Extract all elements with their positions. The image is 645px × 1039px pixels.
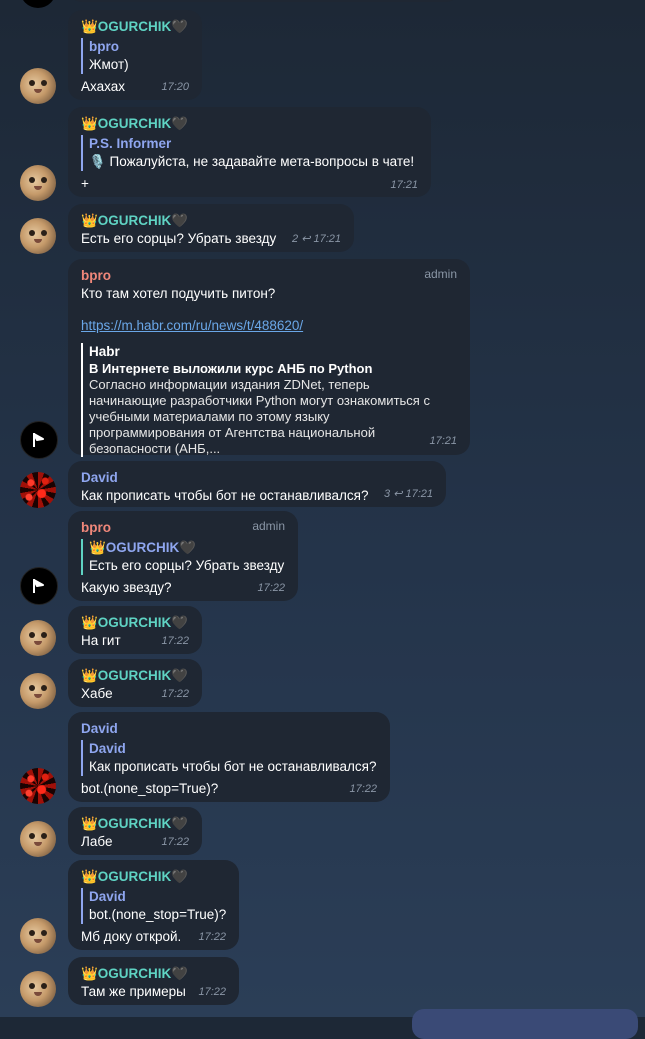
message-time: 17:22 [198, 986, 226, 998]
message-text: + [81, 176, 89, 191]
sender-name[interactable]: 👑OGURCHIK🖤 [81, 965, 226, 983]
avatar[interactable] [20, 165, 56, 201]
reply-sender: David [89, 889, 126, 904]
reply-quote[interactable]: bpro Жмот) [81, 38, 189, 74]
reply-text: bot.(none_stop=True)? [89, 907, 227, 922]
reply-sender: P.S. Informer [89, 136, 172, 151]
sender-name[interactable]: 👑OGURCHIK🖤 [81, 115, 418, 133]
reply-arrow-icon[interactable]: ↩ [301, 233, 310, 245]
reply-text: Жмот) [89, 57, 129, 72]
message-bubble[interactable]: David David Как прописать чтобы бот не о… [68, 712, 390, 802]
message-link[interactable]: https://m.habr.com/ru/news/t/488620/ [81, 317, 457, 335]
arrow-flag-icon [33, 579, 44, 593]
message-bubble[interactable]: bpro admin 👑OGURCHIK🖤 Есть его сорцы? Уб… [68, 511, 298, 601]
preview-desc-line: начинающие разработчики Python могут озн… [89, 393, 430, 408]
previous-message-bubble[interactable] [68, 0, 460, 2]
message-time: 17:22 [161, 836, 189, 848]
message-bubble[interactable]: bpro admin Кто там хотел подучить питон?… [68, 259, 470, 457]
message-bubble[interactable]: 👑OGURCHIK🖤 bpro Жмот) Ахахах 17:20 [68, 10, 202, 100]
arrow-flag-icon [33, 433, 44, 447]
message-bubble[interactable]: 👑OGURCHIK🖤 Там же примеры 17:22 [68, 957, 239, 1005]
sender-name[interactable]: 👑OGURCHIK🖤 [81, 212, 341, 230]
avatar[interactable] [20, 768, 56, 804]
reply-sender: bpro [89, 39, 119, 54]
avatar[interactable] [20, 918, 56, 954]
reply-count[interactable]: 3 [384, 488, 390, 500]
message-time: 17:21 [313, 233, 341, 245]
previous-avatar[interactable] [20, 0, 56, 8]
message-time: 17:22 [257, 582, 285, 594]
preview-desc-line: учебными материалами по этому языку [89, 409, 330, 424]
avatar[interactable] [20, 218, 56, 254]
reply-quote[interactable]: David Как прописать чтобы бот не останав… [81, 740, 377, 776]
admin-badge: admin [252, 519, 285, 533]
message-bubble[interactable]: 👑OGURCHIK🖤 P.S. Informer 🎙️ Пожалуйста, … [68, 107, 431, 197]
reply-quote[interactable]: David bot.(none_stop=True)? [81, 888, 226, 924]
message-time: 17:20 [161, 81, 189, 93]
reply-arrow-icon[interactable]: ↩ [393, 488, 402, 500]
message-meta: 3 ↩ 17:21 [384, 487, 433, 500]
sender-name[interactable]: 👑OGURCHIK🖤 [81, 614, 189, 632]
reply-quote[interactable]: P.S. Informer 🎙️ Пожалуйста, не задавайт… [81, 135, 418, 171]
reply-quote[interactable]: 👑OGURCHIK🖤 Есть его сорцы? Убрать звезду [81, 539, 285, 575]
message-text: bot.(none_stop=True)? [81, 781, 219, 796]
outgoing-message-bubble[interactable] [412, 1009, 638, 1039]
sender-name[interactable]: David [81, 469, 433, 487]
message-time: 17:22 [161, 635, 189, 647]
sender-name[interactable]: David [81, 720, 377, 738]
avatar[interactable] [20, 620, 56, 656]
message-time: 17:21 [429, 435, 457, 447]
avatar[interactable] [20, 821, 56, 857]
message-text: Как прописать чтобы бот не останавливалс… [81, 488, 369, 503]
message-bubble[interactable]: 👑OGURCHIK🖤 David bot.(none_stop=True)? М… [68, 860, 239, 950]
avatar[interactable] [20, 421, 58, 459]
avatar[interactable] [20, 673, 56, 709]
message-bubble[interactable]: 👑OGURCHIK🖤 Хабе 17:22 [68, 659, 202, 707]
message-time: 17:21 [390, 179, 418, 191]
link-preview[interactable]: Habr В Интернете выложили курс АНБ по Py… [81, 343, 457, 457]
reply-text: Как прописать чтобы бот не останавливалс… [89, 759, 377, 774]
reply-count[interactable]: 2 [292, 233, 298, 245]
avatar[interactable] [20, 567, 58, 605]
message-time: 17:22 [349, 783, 377, 795]
reply-text: 🎙️ Пожалуйста, не задавайте мета-вопросы… [89, 154, 415, 169]
message-time: 17:22 [198, 931, 226, 943]
message-time: 17:22 [161, 688, 189, 700]
avatar[interactable] [20, 472, 56, 508]
message-bubble[interactable]: 👑OGURCHIK🖤 На гит 17:22 [68, 606, 202, 654]
message-bubble[interactable]: David Как прописать чтобы бот не останав… [68, 461, 446, 507]
message-bubble[interactable]: 👑OGURCHIK🖤 Есть его сорцы? Убрать звезду… [68, 204, 354, 252]
avatar[interactable] [20, 68, 56, 104]
reply-sender: David [89, 741, 126, 756]
admin-badge: admin [424, 267, 457, 281]
preview-desc-line: Согласно информации издания ZDNet, тепер… [89, 377, 370, 392]
sender-name[interactable]: 👑OGURCHIK🖤 [81, 868, 226, 886]
preview-site: Habr [89, 344, 120, 359]
message-text: Какую звезду? [81, 580, 172, 595]
preview-desc-line: безопасности (АНБ,... [89, 441, 221, 456]
message-text: Кто там хотел подучить питон? [81, 286, 276, 301]
sender-name[interactable]: 👑OGURCHIK🖤 [81, 815, 189, 833]
avatar[interactable] [20, 971, 56, 1007]
reply-text: Есть его сорцы? Убрать звезду [89, 558, 285, 573]
message-time: 17:21 [405, 488, 433, 500]
preview-desc-line: программирования от Агентства национальн… [89, 425, 376, 440]
message-bubble[interactable]: 👑OGURCHIK🖤 Лабе 17:22 [68, 807, 202, 855]
preview-title: В Интернете выложили курс АНБ по Python [89, 361, 373, 376]
sender-name[interactable]: 👑OGURCHIK🖤 [81, 667, 189, 685]
message-meta: 2 ↩ 17:21 [292, 232, 341, 245]
reply-sender: 👑OGURCHIK🖤 [89, 540, 197, 555]
sender-name[interactable]: 👑OGURCHIK🖤 [81, 18, 189, 36]
sender-name[interactable]: bpro [81, 267, 457, 285]
